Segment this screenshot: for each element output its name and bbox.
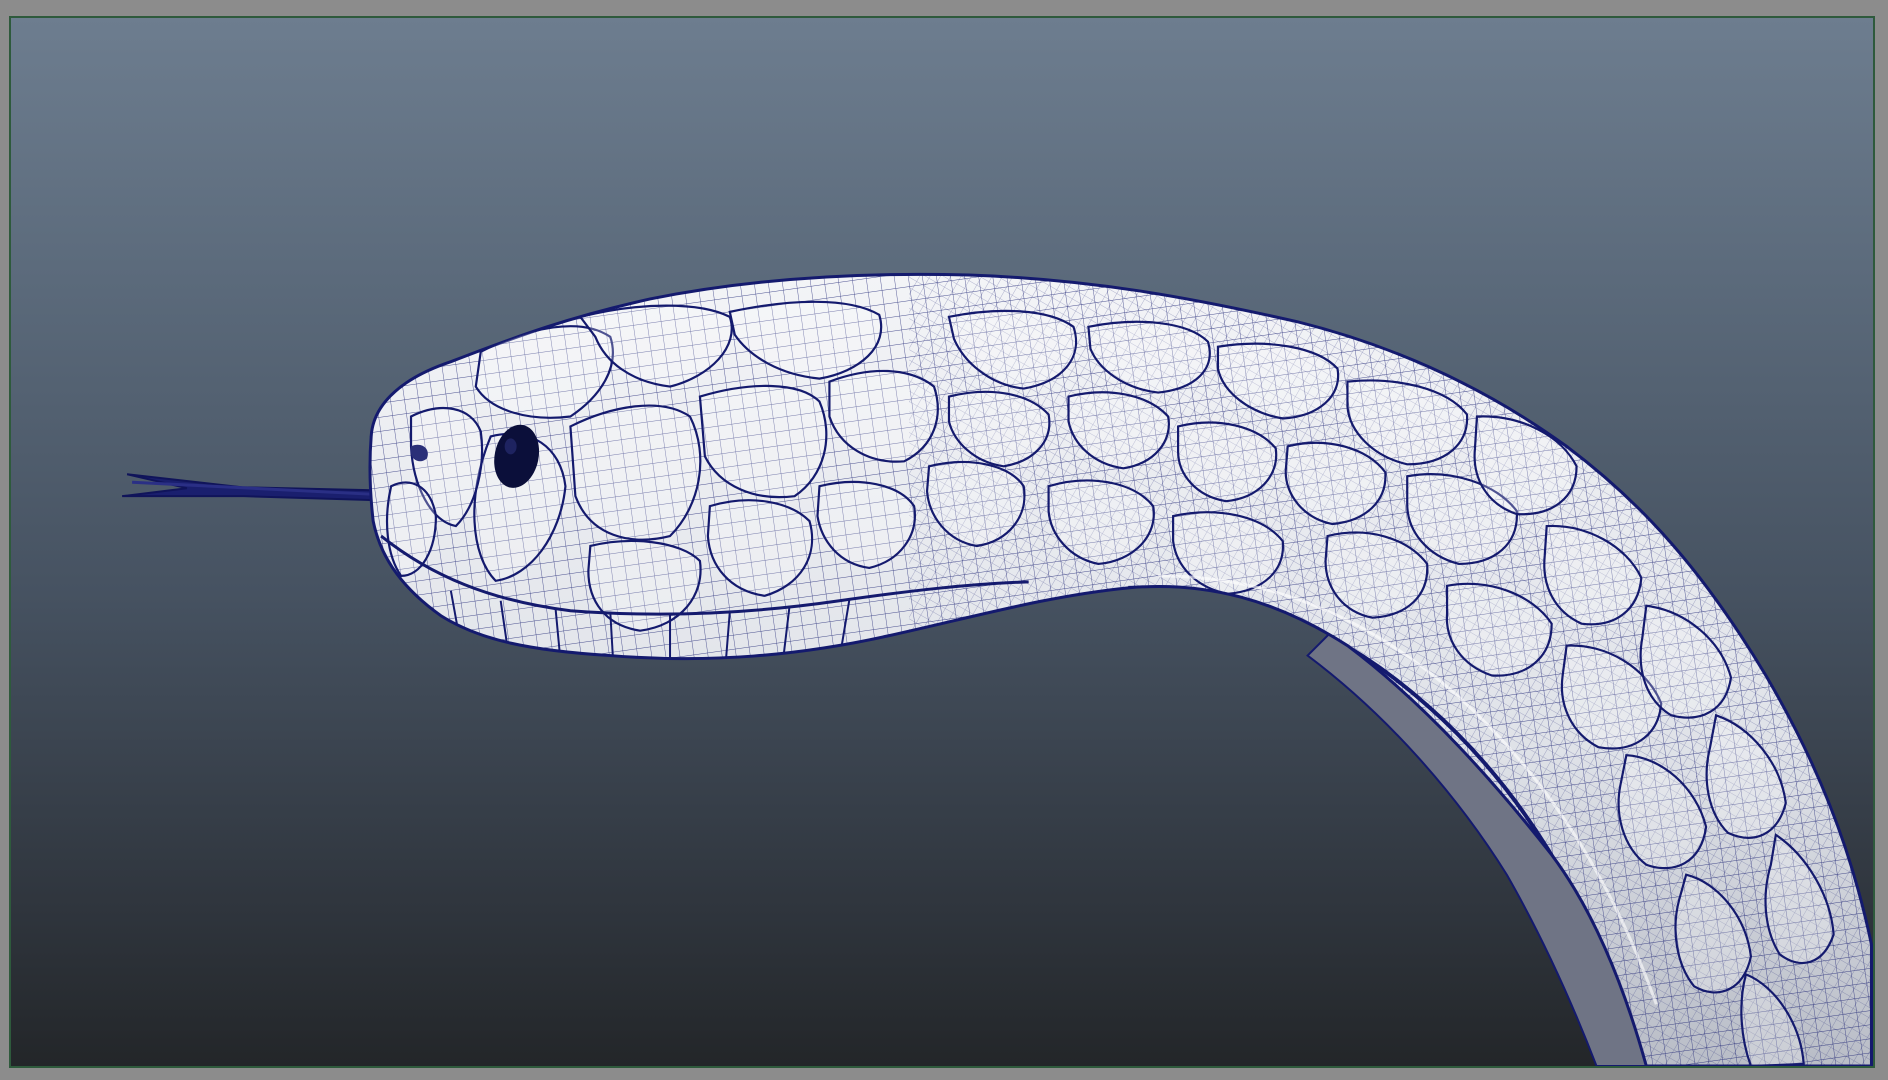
wireframe-overlay bbox=[369, 274, 1872, 1066]
tongue bbox=[122, 473, 375, 502]
snake-mesh-render bbox=[122, 272, 1873, 1066]
maya-app-window bbox=[0, 0, 1888, 1080]
perspective-viewport[interactable] bbox=[9, 16, 1875, 1068]
